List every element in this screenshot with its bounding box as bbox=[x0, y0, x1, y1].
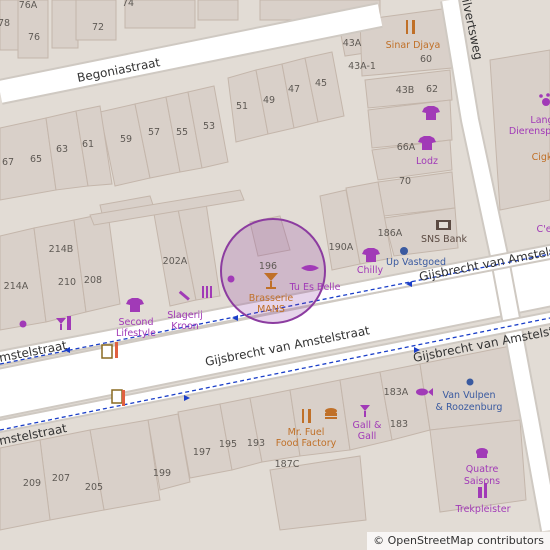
house-number: 214B bbox=[49, 244, 74, 255]
house-number: 43B bbox=[396, 85, 415, 96]
house-number: 78 bbox=[0, 18, 10, 29]
poi-label-brasserie-1[interactable]: Brasserie bbox=[249, 293, 294, 304]
poi-label-gall-2[interactable]: Gall bbox=[358, 431, 376, 442]
poi-label-up-vastgoed[interactable]: Up Vastgoed bbox=[386, 257, 446, 268]
poi-label-chilly[interactable]: Chilly bbox=[357, 265, 384, 276]
house-number: 51 bbox=[236, 101, 248, 112]
pastry-icon[interactable] bbox=[476, 448, 488, 458]
map-canvas: Begoniastraat Gijsbrecht van Amstelstraa… bbox=[0, 0, 550, 532]
poi-label-tu-es-belle[interactable]: Tu Es Belle bbox=[289, 282, 341, 293]
house-number: 66A bbox=[397, 142, 416, 153]
house-number: 207 bbox=[52, 473, 70, 484]
poi-label-van-vulpen-1[interactable]: Van Vulpen bbox=[442, 390, 495, 401]
poi-label-van-vulpen-2[interactable]: & Roozenburg bbox=[436, 402, 503, 413]
attribution-text[interactable]: © OpenStreetMap contributors bbox=[373, 534, 544, 547]
house-number: 196 bbox=[259, 261, 277, 272]
poi-label-cigk[interactable]: Cigk bbox=[532, 152, 550, 163]
poi-label-quatre-1[interactable]: Quatre bbox=[466, 464, 499, 475]
hairdresser-icon[interactable] bbox=[202, 286, 212, 298]
bus-stop-icon[interactable] bbox=[111, 389, 125, 406]
poi-label-ce[interactable]: C'e bbox=[536, 224, 550, 235]
house-number: 47 bbox=[288, 84, 300, 95]
house-number: 202A bbox=[163, 256, 188, 267]
wine-icon[interactable] bbox=[56, 316, 71, 330]
house-number: 210 bbox=[58, 277, 76, 288]
house-number: 205 bbox=[85, 482, 103, 493]
house-number: 183A bbox=[384, 387, 409, 398]
house-number: 195 bbox=[219, 439, 237, 450]
house-number: 199 bbox=[153, 468, 171, 479]
shop-dot-icon[interactable] bbox=[227, 275, 235, 283]
poi-label-sinar-djaya[interactable]: Sinar Djaya bbox=[386, 40, 441, 51]
house-number: 208 bbox=[84, 275, 102, 286]
bus-stop-icon[interactable] bbox=[101, 342, 118, 359]
map-attribution[interactable]: © OpenStreetMap contributors bbox=[367, 532, 550, 550]
house-number: 57 bbox=[148, 127, 160, 138]
map-view[interactable]: Begoniastraat Gijsbrecht van Amstelstraa… bbox=[0, 0, 550, 550]
house-number: 60 bbox=[420, 54, 432, 65]
poi-label-mr-fuel-2[interactable]: Food Factory bbox=[276, 438, 337, 449]
house-number: 53 bbox=[203, 121, 215, 132]
poi-label-gall-1[interactable]: Gall & bbox=[353, 420, 382, 431]
house-number: 59 bbox=[120, 134, 132, 145]
poi-label-second-lifestyle-2[interactable]: Lifestyle bbox=[116, 328, 156, 339]
house-number: 74 bbox=[122, 0, 134, 9]
poi-label-lange-1[interactable]: Lang bbox=[530, 115, 550, 126]
house-number: 76 bbox=[28, 32, 40, 43]
house-number: 76A bbox=[19, 0, 38, 11]
poi-label-mr-fuel-1[interactable]: Mr. Fuel bbox=[288, 427, 325, 438]
house-number: 183 bbox=[390, 419, 408, 430]
house-number: 197 bbox=[193, 447, 211, 458]
poi-label-slagerij-1[interactable]: Slagerij bbox=[167, 310, 203, 321]
poi-label-lodz[interactable]: Lodz bbox=[416, 156, 438, 167]
poi-label-brasserie-2[interactable]: MANS bbox=[257, 304, 285, 315]
clothes-icon[interactable] bbox=[126, 298, 144, 312]
house-number: 63 bbox=[56, 144, 68, 155]
house-number: 214A bbox=[4, 281, 29, 292]
house-number: 193 bbox=[247, 438, 265, 449]
bank-icon[interactable] bbox=[436, 220, 451, 230]
house-number: 65 bbox=[30, 154, 42, 165]
house-number: 62 bbox=[426, 84, 438, 95]
shop-dot-icon[interactable] bbox=[19, 320, 27, 328]
poi-label-slagerij-2[interactable]: Kroon bbox=[171, 321, 199, 332]
house-number: 190A bbox=[329, 242, 354, 253]
house-number: 72 bbox=[92, 22, 104, 33]
house-number: 209 bbox=[23, 478, 41, 489]
poi-label-trekpleister[interactable]: Trekpleister bbox=[454, 504, 510, 515]
poi-label-second-lifestyle-1[interactable]: Second bbox=[119, 317, 154, 328]
house-number: 45 bbox=[315, 78, 327, 89]
house-number: 186A bbox=[378, 228, 403, 239]
house-number: 61 bbox=[82, 139, 94, 150]
poi-label-sns-bank[interactable]: SNS Bank bbox=[421, 234, 468, 245]
house-number: 49 bbox=[263, 95, 275, 106]
office-icon[interactable] bbox=[400, 247, 408, 255]
house-number: 43A bbox=[343, 38, 362, 49]
house-number: 67 bbox=[2, 157, 14, 168]
house-number: 70 bbox=[399, 176, 411, 187]
poi-label-lange-2[interactable]: Dierensp bbox=[509, 126, 550, 137]
house-number: 55 bbox=[176, 127, 188, 138]
poi-label-quatre-2[interactable]: Saisons bbox=[464, 476, 500, 487]
house-number: 43A-1 bbox=[348, 61, 376, 72]
office-icon[interactable] bbox=[466, 378, 474, 386]
house-number: 187C bbox=[275, 459, 300, 470]
